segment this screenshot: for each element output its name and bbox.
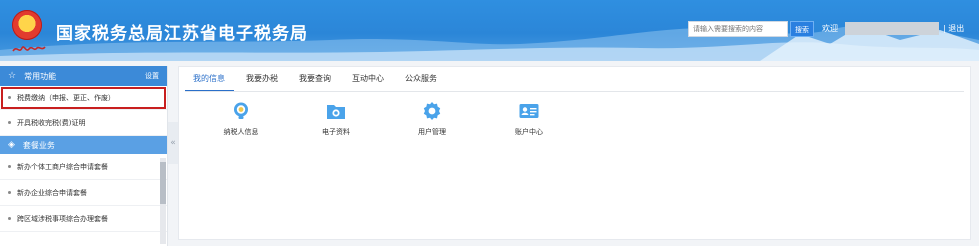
main-panel: 我的信息 我要办税 我要查询 互动中心 公众服务 纳税人信息 电子资料 用户管理…	[178, 66, 971, 240]
id-card-icon	[519, 101, 539, 121]
signature-logo	[12, 46, 46, 52]
tab-divider	[185, 91, 964, 92]
gear-icon	[422, 101, 442, 121]
tab-my-info[interactable]: 我的信息	[185, 67, 238, 92]
bulb-icon	[231, 101, 251, 121]
app-account-center[interactable]: 账户中心	[499, 101, 559, 137]
layers-icon: ◈	[8, 140, 15, 150]
sidebar-item-label: 跨区域涉税事项综合办理套餐	[17, 214, 108, 223]
package-business-header[interactable]: ◈ 套餐业务	[0, 136, 167, 154]
tab-interaction-center[interactable]: 互动中心	[344, 67, 397, 91]
common-functions-header[interactable]: ☆ 常用功能 设置	[0, 66, 167, 86]
bullet-icon	[8, 121, 11, 124]
search-button[interactable]: 搜索	[790, 21, 814, 37]
tab-bar: 我的信息 我要办税 我要查询 互动中心 公众服务	[185, 67, 450, 92]
app-label: 纳税人信息	[223, 128, 259, 136]
app-taxpayer-info[interactable]: 纳税人信息	[211, 101, 271, 137]
sidebar-scrollbar[interactable]	[160, 158, 166, 244]
search-input[interactable]	[688, 21, 788, 37]
app-label: 账户中心	[515, 128, 543, 136]
app-label: 电子资料	[322, 128, 350, 136]
settings-link[interactable]: 设置	[145, 71, 159, 81]
username-redacted	[845, 22, 939, 35]
app-grid: 纳税人信息 电子资料 用户管理 账户中心	[179, 101, 972, 161]
site-header: 国家税务总局江苏省电子税务局 搜索 欢迎 | 退出	[0, 0, 979, 61]
sidebar-item-label: 税费缴纳（申报、更正、作废）	[17, 93, 115, 102]
scrollbar-thumb[interactable]	[160, 162, 166, 204]
sidebar: ☆ 常用功能 设置 税费缴纳（申报、更正、作废） 开具税收完税(费)证明 ◈ 套…	[0, 66, 168, 246]
folder-icon	[326, 101, 346, 121]
bullet-icon	[8, 191, 11, 194]
bullet-icon	[8, 96, 11, 99]
app-electronic-documents[interactable]: 电子资料	[306, 101, 366, 137]
national-emblem-icon	[12, 10, 42, 40]
bullet-icon	[8, 217, 11, 220]
sidebar-collapse-button[interactable]: «	[168, 122, 178, 164]
sidebar-item-label: 新办企业综合申请套餐	[17, 188, 87, 197]
app-user-management[interactable]: 用户管理	[402, 101, 462, 137]
logout-link[interactable]: | 退出	[943, 23, 964, 34]
tab-public-service[interactable]: 公众服务	[397, 67, 450, 91]
sidebar-item-cross-region-package[interactable]: 跨区域涉税事项综合办理套餐	[0, 206, 167, 232]
sidebar-item-label: 开具税收完税(费)证明	[17, 118, 86, 127]
star-icon: ☆	[8, 71, 17, 81]
sidebar-item-tax-certificate[interactable]: 开具税收完税(费)证明	[0, 110, 167, 136]
site-title: 国家税务总局江苏省电子税务局	[56, 24, 308, 44]
package-business-title: 套餐业务	[22, 140, 55, 150]
app-label: 用户管理	[418, 128, 446, 136]
welcome-text: 欢迎	[822, 24, 838, 33]
tab-tax-handling[interactable]: 我要办税	[238, 67, 291, 91]
tab-query[interactable]: 我要查询	[291, 67, 344, 91]
sidebar-item-tax-payment[interactable]: 税费缴纳（申报、更正、作废）	[0, 86, 167, 110]
bullet-icon	[8, 165, 11, 168]
sidebar-item-individual-business-package[interactable]: 新办个体工商户综合申请套餐	[0, 154, 167, 180]
common-functions-title: 常用功能	[24, 71, 57, 81]
sidebar-item-enterprise-package[interactable]: 新办企业综合申请套餐	[0, 180, 167, 206]
sidebar-item-label: 新办个体工商户综合申请套餐	[17, 162, 108, 171]
